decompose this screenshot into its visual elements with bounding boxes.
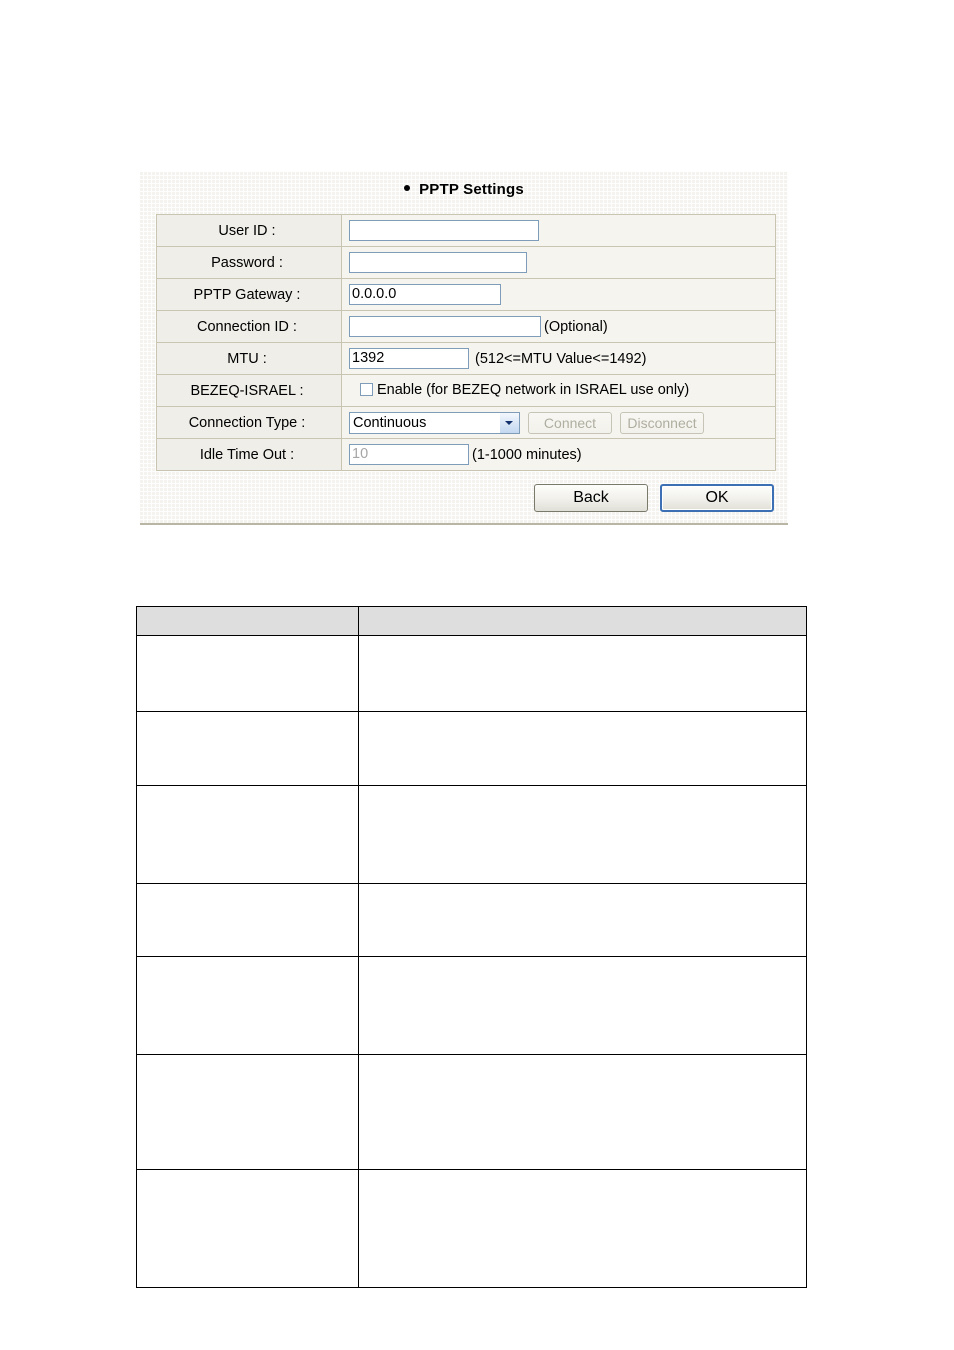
table-row [136, 956, 807, 1055]
bezeq-israel-checkbox-label: Enable (for BEZEQ network in ISRAEL use … [377, 382, 690, 399]
field-cell-user-id [341, 214, 776, 247]
label-idle-time-out: Idle Time Out : [156, 438, 342, 471]
table-header-parameter [136, 606, 359, 636]
form-row-bezeq-israel: BEZEQ-ISRAEL : Enable (for BEZEQ network… [156, 374, 776, 407]
form-row-pptp-gateway: PPTP Gateway : 0.0.0.0 [156, 278, 776, 311]
ok-button[interactable]: OK [660, 484, 774, 512]
pptp-settings-form: User ID : Password : PPTP Gateway : 0.0.… [156, 214, 776, 471]
field-cell-connection-type: Continuous Connect Disconnect [341, 406, 776, 439]
form-row-password: Password : [156, 246, 776, 279]
panel-title: PPTP Settings [140, 172, 788, 198]
bullet-icon [404, 185, 411, 192]
field-cell-mtu: 1392 (512<=MTU Value<=1492) [341, 342, 776, 375]
pptp-settings-panel: PPTP Settings User ID : Password : PPTP … [140, 172, 788, 525]
table-cell-parameter [136, 711, 359, 786]
table-cell-description [358, 635, 807, 712]
panel-title-text: PPTP Settings [419, 181, 524, 198]
table-cell-parameter [136, 785, 359, 884]
label-connection-id: Connection ID : [156, 310, 342, 343]
table-row [136, 1054, 807, 1170]
table-row [136, 635, 807, 712]
table-header-description [358, 606, 807, 636]
table-cell-parameter [136, 883, 359, 957]
table-cell-description [358, 1169, 807, 1288]
field-cell-idle-time-out: 10 (1-1000 minutes) [341, 438, 776, 471]
connection-type-select[interactable]: Continuous [349, 411, 520, 434]
table-cell-parameter [136, 1054, 359, 1170]
idle-time-out-hint: (1-1000 minutes) [472, 446, 582, 463]
form-row-connection-id: Connection ID : (Optional) [156, 310, 776, 343]
back-button[interactable]: Back [534, 484, 648, 512]
user-id-input[interactable] [349, 220, 539, 241]
field-cell-connection-id: (Optional) [341, 310, 776, 343]
table-cell-description [358, 956, 807, 1055]
field-cell-password [341, 246, 776, 279]
mtu-input[interactable]: 1392 [349, 348, 469, 369]
connect-button[interactable]: Connect [528, 411, 612, 434]
idle-time-out-input[interactable]: 10 [349, 444, 469, 465]
label-mtu: MTU : [156, 342, 342, 375]
label-user-id: User ID : [156, 214, 342, 247]
disconnect-button[interactable]: Disconnect [620, 411, 704, 434]
pptp-gateway-input[interactable]: 0.0.0.0 [349, 284, 501, 305]
mtu-hint: (512<=MTU Value<=1492) [475, 350, 647, 367]
table-row [136, 883, 807, 957]
table-header-row [136, 606, 807, 636]
bezeq-israel-checkbox[interactable] [360, 383, 373, 397]
table-cell-parameter [136, 956, 359, 1055]
table-row [136, 1169, 807, 1288]
label-pptp-gateway: PPTP Gateway : [156, 278, 342, 311]
field-cell-bezeq-israel: Enable (for BEZEQ network in ISRAEL use … [341, 374, 776, 407]
chevron-down-icon[interactable] [499, 412, 519, 433]
connection-type-selected-value: Continuous [353, 414, 427, 431]
table-cell-parameter [136, 635, 359, 712]
connection-id-input[interactable] [349, 316, 541, 337]
connection-id-hint: (Optional) [544, 318, 608, 335]
table-cell-description [358, 883, 807, 957]
field-cell-pptp-gateway: 0.0.0.0 [341, 278, 776, 311]
table-cell-description [358, 1054, 807, 1170]
description-table [136, 606, 807, 1288]
table-row [136, 785, 807, 884]
label-bezeq-israel: BEZEQ-ISRAEL : [156, 374, 342, 407]
table-cell-parameter [136, 1169, 359, 1288]
password-input[interactable] [349, 252, 527, 273]
form-row-connection-type: Connection Type : Continuous Connect Disco… [156, 406, 776, 439]
form-row-idle-time-out: Idle Time Out : 10 (1-1000 minutes) [156, 438, 776, 471]
table-cell-description [358, 785, 807, 884]
table-row [136, 711, 807, 786]
table-body [136, 635, 807, 1288]
panel-footer: Back OK [140, 484, 788, 512]
label-password: Password : [156, 246, 342, 279]
label-connection-type: Connection Type : [156, 406, 342, 439]
form-row-user-id: User ID : [156, 214, 776, 247]
table-cell-description [358, 711, 807, 786]
form-row-mtu: MTU : 1392 (512<=MTU Value<=1492) [156, 342, 776, 375]
